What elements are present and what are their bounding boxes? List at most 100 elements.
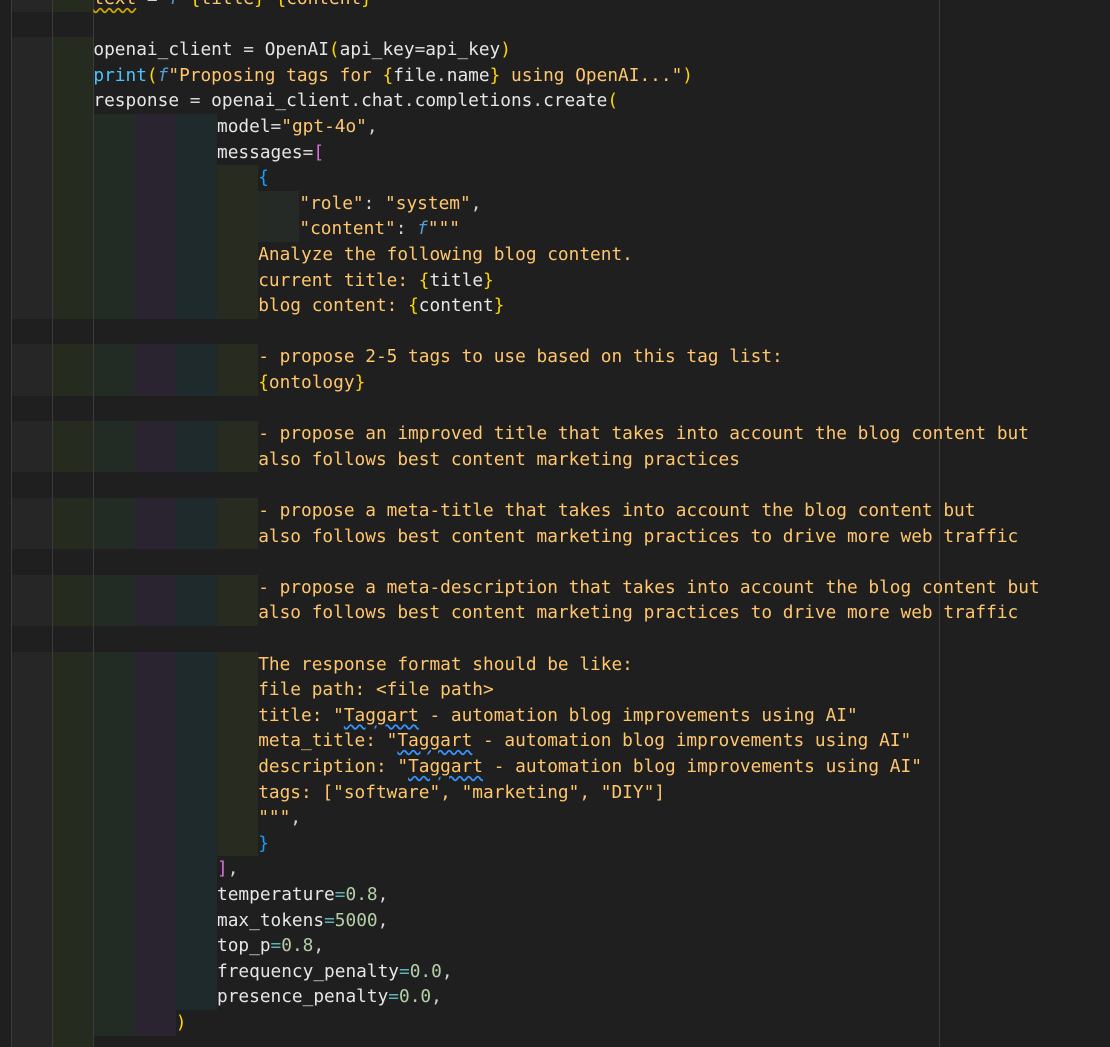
- indent-band: [11, 62, 53, 89]
- indent-band: [134, 805, 176, 831]
- code-line[interactable]: also follows best content marketing prac…: [258, 600, 1018, 626]
- indent-band: [175, 139, 217, 166]
- indent-band: [175, 728, 217, 754]
- code-line[interactable]: description: "Taggart - automation blog …: [258, 754, 922, 780]
- indent-band: [134, 779, 176, 806]
- code-token: ,: [377, 909, 389, 931]
- indent-band: [175, 907, 217, 934]
- code-line[interactable]: {: [258, 165, 269, 191]
- code-token: =: [270, 935, 282, 957]
- indent-band: [134, 600, 176, 626]
- indent-band: [134, 370, 176, 396]
- code-line[interactable]: ],: [217, 856, 238, 882]
- code-line[interactable]: - propose a meta-description that takes …: [258, 575, 1039, 601]
- code-line[interactable]: text = f"{title} {content}: [93, 0, 371, 12]
- code-token: }: [361, 0, 372, 9]
- indent-band: [217, 830, 259, 857]
- code-line[interactable]: frequency_penalty=0.0,: [217, 959, 453, 985]
- code-line[interactable]: - propose 2-5 tags to use based on this …: [258, 344, 783, 370]
- code-line[interactable]: "content": f""": [299, 216, 460, 242]
- indent-band: [134, 1010, 176, 1036]
- code-token: """: [258, 807, 291, 829]
- code-line[interactable]: tags: ["software", "marketing", "DIY"]: [258, 780, 665, 806]
- code-token: - propose a meta-title that takes into a…: [258, 500, 976, 521]
- indent-band: [134, 958, 176, 985]
- code-line[interactable]: meta_title: "Taggart - automation blog i…: [258, 728, 911, 754]
- indent-band: [93, 370, 135, 396]
- indent-band: [217, 190, 259, 217]
- indent-band: [175, 446, 217, 473]
- indent-band: [175, 293, 217, 319]
- code-line[interactable]: "role": "system",: [299, 191, 481, 217]
- indent-band: [11, 0, 53, 12]
- code-line[interactable]: model="gpt-4o",: [217, 114, 378, 140]
- indent-band: [134, 933, 176, 959]
- indent-band: [93, 242, 135, 268]
- code-token: f: [417, 218, 428, 240]
- indent-band: [217, 574, 259, 601]
- indent-band: [175, 114, 217, 140]
- code-line[interactable]: messages=[: [217, 140, 324, 166]
- code-line[interactable]: blog content: {content}: [258, 293, 504, 319]
- code-line[interactable]: - propose a meta-title that takes into a…: [258, 498, 975, 524]
- indent-band: [175, 242, 217, 268]
- indent-band: [52, 242, 94, 268]
- indent-band: [217, 344, 259, 370]
- code-line[interactable]: openai_client = OpenAI(api_key=api_key): [93, 37, 511, 63]
- code-token: [: [313, 141, 325, 163]
- code-line[interactable]: title: "Taggart - automation blog improv…: [258, 703, 858, 729]
- indent-band: [175, 702, 217, 729]
- code-line[interactable]: presence_penalty=0.0,: [217, 984, 442, 1010]
- indent-band: [93, 882, 135, 908]
- indent-band: [134, 446, 176, 473]
- indent-band: [93, 216, 135, 242]
- code-line[interactable]: }: [258, 831, 269, 857]
- code-line[interactable]: - propose an improved title that takes i…: [258, 421, 1029, 447]
- code-token: print: [93, 64, 147, 86]
- code-line[interactable]: max_tokens=5000,: [217, 908, 388, 934]
- indent-band: [93, 702, 135, 729]
- code-token: {: [275, 0, 286, 9]
- code-token: }: [489, 64, 501, 86]
- code-line[interactable]: Analyze the following blog content.: [258, 242, 633, 268]
- indent-band: [93, 779, 135, 806]
- indent-band: [175, 805, 217, 831]
- code-line[interactable]: also follows best content marketing prac…: [258, 524, 1018, 550]
- indent-band: [93, 856, 135, 882]
- code-line[interactable]: {ontology}: [258, 370, 365, 396]
- code-line[interactable]: temperature=0.8,: [217, 882, 388, 908]
- code-token: ): [682, 64, 693, 86]
- indent-band: [11, 754, 53, 780]
- code-token: title: ": [258, 704, 344, 726]
- code-line[interactable]: ): [176, 1010, 187, 1036]
- code-line[interactable]: also follows best content marketing prac…: [258, 447, 740, 473]
- indent-band: [175, 370, 217, 396]
- indent-band: [134, 421, 176, 447]
- code-line[interactable]: current title: {title}: [258, 268, 494, 294]
- indent-band: [52, 139, 94, 166]
- indent-band: [52, 446, 94, 473]
- indent-band: [258, 190, 300, 217]
- indent-band: [175, 523, 217, 550]
- code-line[interactable]: """,: [258, 805, 301, 831]
- code-line[interactable]: The response format should be like:: [258, 652, 633, 678]
- code-token: also follows best content marketing prac…: [258, 525, 1019, 547]
- code-token: 0.8: [281, 935, 314, 957]
- indent-band: [134, 907, 176, 934]
- indent-band: [11, 139, 53, 166]
- code-token: =: [388, 986, 400, 1008]
- code-line[interactable]: print(f"Proposing tags for {file.name} u…: [93, 63, 693, 89]
- code-line[interactable]: top_p=0.8,: [217, 933, 324, 959]
- code-editor[interactable]: text = f"{title} {content} openai_client …: [0, 0, 1110, 1047]
- code-token: "role": [299, 192, 364, 214]
- indent-band: [11, 830, 53, 857]
- indent-band: [11, 190, 53, 217]
- indent-band: [134, 216, 176, 242]
- code-line[interactable]: response = openai_client.chat.completion…: [93, 88, 618, 114]
- code-line[interactable]: file path: <file path>: [258, 677, 494, 703]
- indent-band: [175, 344, 217, 370]
- code-token: content: [418, 295, 494, 317]
- indent-band: [217, 370, 259, 396]
- code-token: openai_client: [211, 90, 351, 112]
- indent-band: [52, 62, 94, 89]
